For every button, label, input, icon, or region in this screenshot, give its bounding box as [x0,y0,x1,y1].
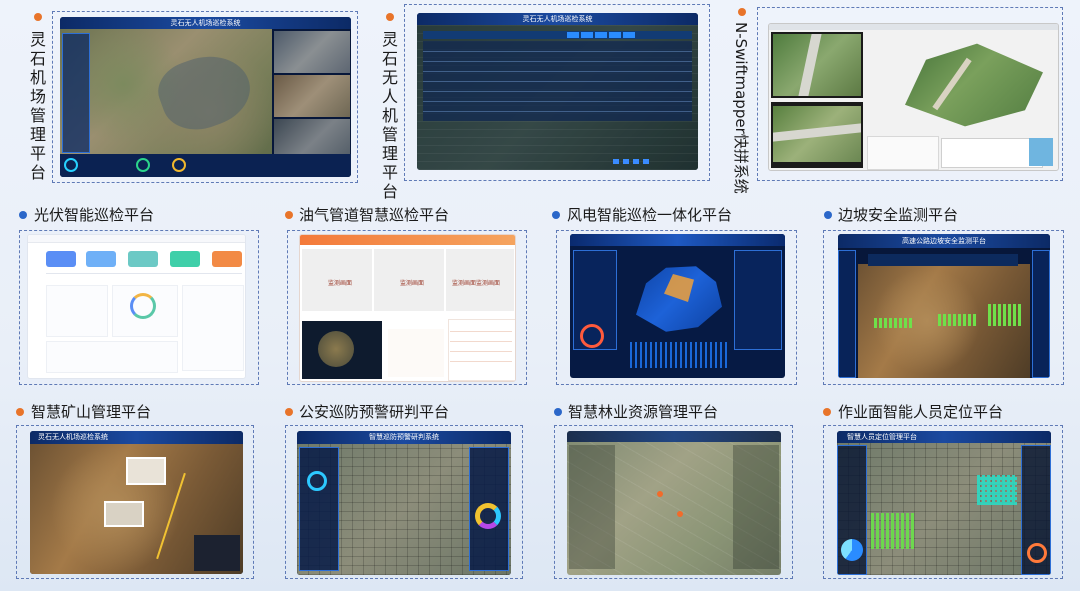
bullet-icon [554,408,562,416]
screenshot-lingshi-airport[interactable]: 灵石无人机场巡检系统 [60,17,351,177]
monitor-label: 监测画面监测画面 [452,280,501,287]
platform-title-n-swiftmapper: N-Swiftmapper快拼系统 [732,22,750,194]
screenshot-slope[interactable]: 高速公路边坡安全监测平台 [838,234,1050,378]
platform-title-forestry: 智慧林业资源管理平台 [568,403,719,421]
bullet-icon [386,13,394,21]
screenshot-pv-inspection[interactable] [27,234,246,379]
platform-title-wind-power: 风电智能巡检一体化平台 [567,206,733,224]
platform-title-oil-gas: 油气管道智慧巡检平台 [299,206,450,224]
platform-title-pv-inspection: 光伏智能巡检平台 [34,206,155,224]
bullet-icon [34,13,42,21]
platform-title-lingshi-airport: 灵石机场管理平台 [30,30,47,182]
bullet-icon [738,8,746,16]
screenshot-oil-gas[interactable]: 监测画面 监测画面 监测画面监测画面 [299,234,516,382]
screenshot-n-swiftmapper[interactable] [768,23,1059,171]
screenshot-lingshi-uav[interactable]: 灵石无人机场巡检系统 [417,13,698,170]
bullet-icon [19,211,27,219]
bullet-icon [16,408,24,416]
platform-title-police: 公安巡防预警研判平台 [299,403,450,421]
screen-title: 灵石无人机场巡检系统 [170,19,241,27]
bullet-icon [824,211,832,219]
platform-title-personnel: 作业面智能人员定位平台 [838,403,1004,421]
platform-title-lingshi-uav: 灵石无人机管理平台 [382,30,399,201]
screenshot-personnel[interactable]: 智慧人员定位管理平台 [837,431,1051,575]
screen-title: 智慧人员定位管理平台 [847,433,917,441]
bullet-icon [285,408,293,416]
platform-title-mine: 智慧矿山管理平台 [31,403,152,421]
screen-title: 灵石无人机场巡检系统 [522,15,593,23]
monitor-label: 监测画面 [400,280,425,287]
screenshot-wind-power[interactable] [570,234,785,378]
screenshot-police[interactable]: 智慧巡防预警研判系统 [297,431,511,575]
screen-title: 高速公路边坡安全监测平台 [902,237,986,245]
bullet-icon [285,211,293,219]
screen-title: 灵石无人机场巡检系统 [38,433,108,441]
bullet-icon [823,408,831,416]
screenshot-mine[interactable]: 灵石无人机场巡检系统 [30,431,243,574]
screen-title: 智慧巡防预警研判系统 [369,433,439,441]
screenshot-forestry[interactable] [567,431,781,575]
platform-title-slope: 边坡安全监测平台 [838,206,959,224]
monitor-label: 监测画面 [328,280,353,287]
bullet-icon [552,211,560,219]
